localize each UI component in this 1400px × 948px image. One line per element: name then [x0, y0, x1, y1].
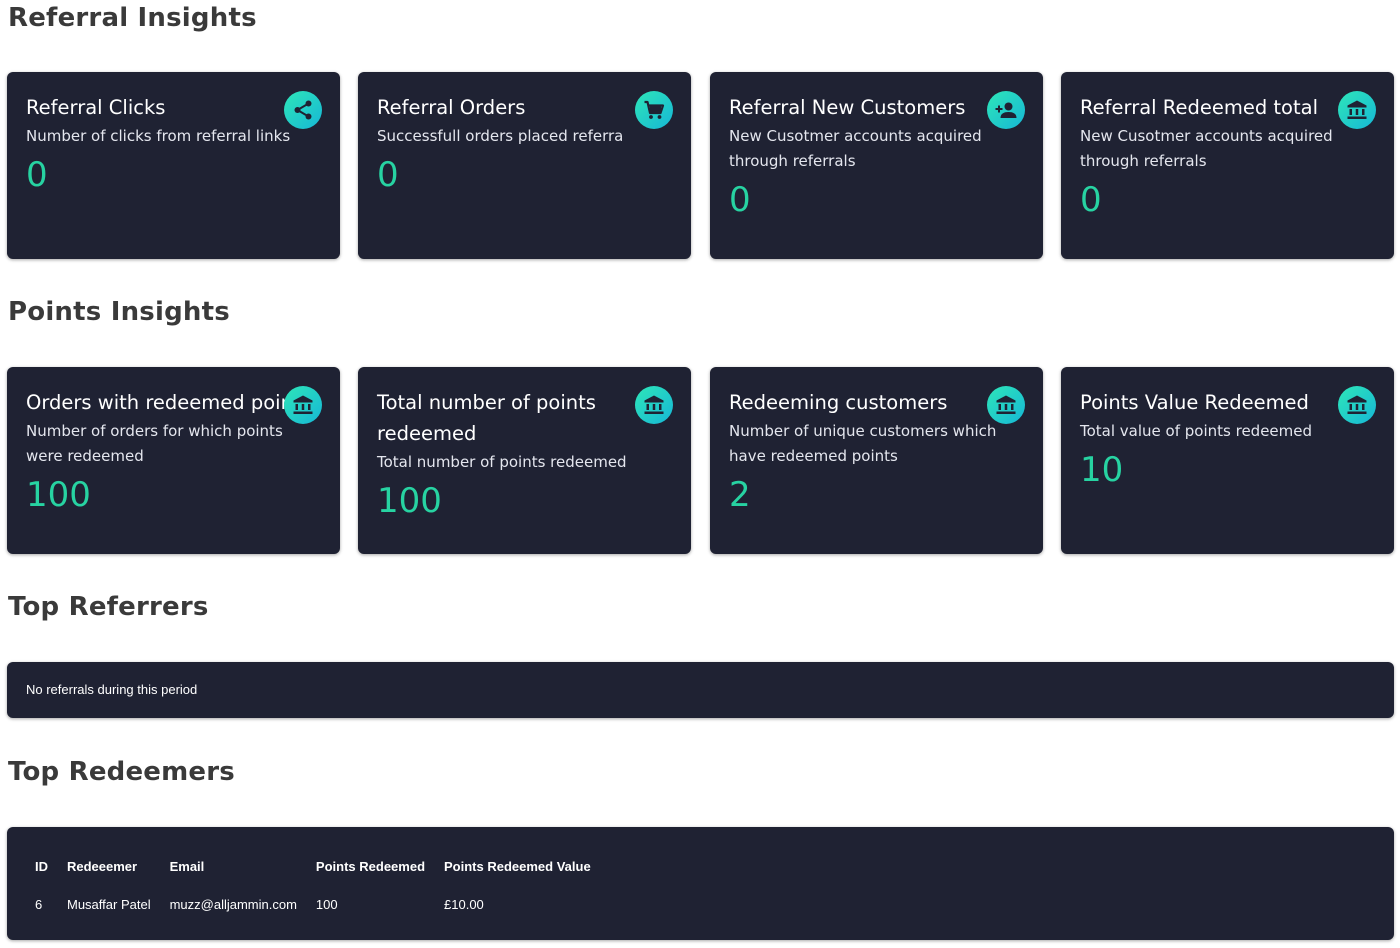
top-referrers-title: Top Referrers — [8, 592, 209, 622]
card-title: Referral Clicks — [26, 96, 166, 119]
referral-cards-row: Referral Clicks Number of clicks from re… — [7, 72, 1394, 259]
card-description: Number of unique customers which have re… — [729, 422, 997, 465]
column-header-points-redeemed: Points Redeemed — [315, 858, 426, 874]
table-row: 6 Musaffar Patel muzz@alljammin.com 100 … — [25, 885, 600, 923]
points-insights-title: Points Insights — [8, 297, 230, 327]
card-value: 0 — [26, 155, 48, 195]
bank-icon — [635, 386, 673, 424]
card-value: 2 — [729, 475, 751, 515]
card-title: Points Value Redeemed — [1080, 391, 1309, 414]
card-value: 0 — [1080, 180, 1102, 220]
top-redeemers-title: Top Redeemers — [8, 757, 235, 787]
card-title: Referral Redeemed total — [1080, 96, 1318, 119]
cell-points-redeemed-value: £10.00 — [444, 896, 484, 912]
orders-with-redeemed-points-card: Orders with redeemed points Number of or… — [7, 367, 340, 554]
cell-id: 6 — [35, 896, 43, 912]
card-title: Total number of points redeemed — [377, 391, 596, 445]
no-referrals-message: No referrals during this period — [26, 682, 198, 697]
referral-orders-card: Referral Orders Successfull orders place… — [358, 72, 691, 259]
card-description: Total value of points redeemed — [1080, 422, 1313, 440]
top-redeemers-table: ID Redeeemer Email Points Redeemed Point… — [25, 847, 600, 923]
table-header-row: ID Redeeemer Email Points Redeemed Point… — [25, 847, 600, 885]
points-value-redeemed-card: Points Value Redeemed Total value of poi… — [1061, 367, 1394, 554]
card-value: 0 — [377, 155, 399, 195]
bank-icon — [1338, 91, 1376, 129]
column-header-id: ID — [35, 858, 48, 874]
column-header-email: Email — [169, 858, 205, 874]
referral-insights-title: Referral Insights — [8, 3, 257, 33]
card-title: Orders with redeemed points — [26, 391, 311, 414]
card-value: 100 — [377, 481, 442, 521]
card-title: Referral New Customers — [729, 96, 966, 119]
card-description: Successfull orders placed referra — [377, 127, 624, 145]
points-cards-row: Orders with redeemed points Number of or… — [7, 367, 1394, 554]
column-header-points-redeemed-value: Points Redeemed Value — [444, 858, 591, 874]
add-user-icon — [987, 91, 1025, 129]
card-value: 10 — [1080, 450, 1124, 490]
top-redeemers-panel: ID Redeeemer Email Points Redeemed Point… — [7, 827, 1394, 940]
top-referrers-panel: No referrals during this period — [7, 662, 1394, 718]
cell-email: muzz@alljammin.com — [169, 896, 297, 912]
referral-redeemed-total-card: Referral Redeemed total New Cusotmer acc… — [1061, 72, 1394, 259]
card-title: Redeeming customers — [729, 391, 948, 414]
card-description: Number of orders for which points were r… — [26, 422, 283, 465]
card-value: 100 — [26, 475, 91, 515]
cart-icon — [635, 91, 673, 129]
referral-new-customers-card: Referral New Customers New Cusotmer acco… — [710, 72, 1043, 259]
redeeming-customers-card: Redeeming customers Number of unique cus… — [710, 367, 1043, 554]
referral-clicks-card: Referral Clicks Number of clicks from re… — [7, 72, 340, 259]
cell-points-redeemed: 100 — [315, 896, 338, 912]
bank-icon — [987, 386, 1025, 424]
cell-redeemer: Musaffar Patel — [67, 896, 151, 912]
card-value: 0 — [729, 180, 751, 220]
card-description: Total number of points redeemed — [377, 453, 627, 471]
card-title: Referral Orders — [377, 96, 526, 119]
bank-icon — [284, 386, 322, 424]
card-description: Number of clicks from referral links — [26, 127, 291, 145]
column-header-redeemer: Redeeemer — [67, 858, 138, 874]
card-description: New Cusotmer accounts acquired through r… — [1080, 127, 1333, 170]
share-icon — [284, 91, 322, 129]
card-description: New Cusotmer accounts acquired through r… — [729, 127, 982, 170]
total-points-redeemed-card: Total number of points redeemed Total nu… — [358, 367, 691, 554]
bank-icon — [1338, 386, 1376, 424]
